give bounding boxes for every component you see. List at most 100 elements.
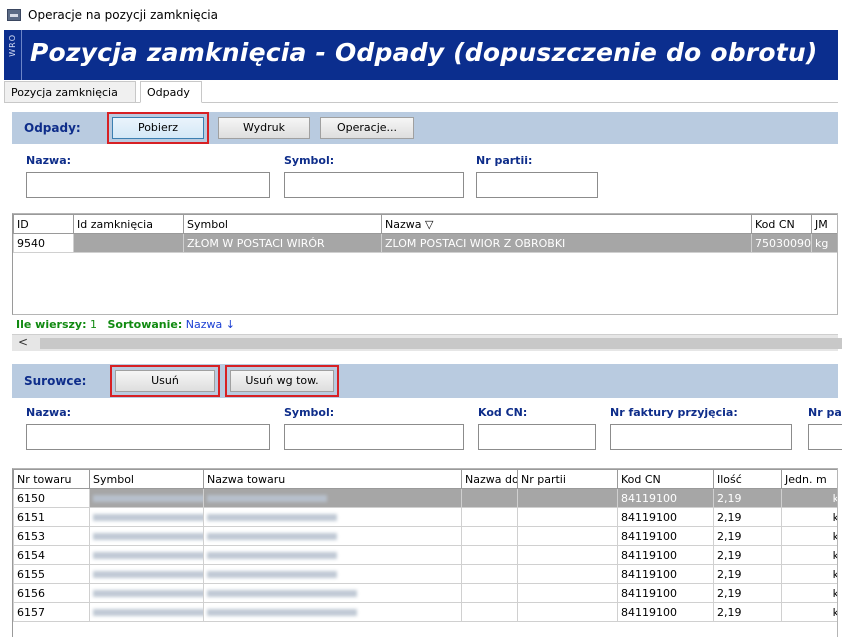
cell-ilosc[interactable]: 2,19: [713, 564, 782, 584]
cell-jedn-miary[interactable]: kg: [781, 526, 837, 546]
scrollbar-thumb[interactable]: [40, 338, 842, 349]
cell-jedn-miary[interactable]: kg: [781, 602, 837, 622]
cell-nazwa-towaru[interactable]: [203, 526, 462, 546]
cell-kod-cn[interactable]: 84119100: [617, 507, 714, 527]
table-row[interactable]: 6150 841191002,19kg: [13, 488, 837, 508]
wydruk-button[interactable]: Wydruk: [218, 117, 310, 139]
col-nazwa-towaru[interactable]: Nazwa towaru: [203, 469, 462, 489]
col-kod-cn[interactable]: Kod CN: [751, 214, 812, 234]
cell-kod-cn[interactable]: 84119100: [617, 602, 714, 622]
cell-nr-partii[interactable]: [517, 583, 618, 603]
col-nr-partii[interactable]: Nr partii: [517, 469, 618, 489]
cell-nr-towaru[interactable]: 6151: [13, 507, 90, 527]
cell-kod-cn[interactable]: 75030090: [751, 233, 812, 253]
cell-nr-towaru[interactable]: 6154: [13, 545, 90, 565]
odpady-symbol-input[interactable]: [284, 172, 464, 198]
surowce-kod-cn-input[interactable]: [478, 424, 596, 450]
cell-jedn-miary[interactable]: kg: [781, 545, 837, 565]
cell-nazwa-do[interactable]: [461, 507, 518, 527]
cell-nazwa-towaru[interactable]: [203, 488, 462, 508]
cell-ilosc[interactable]: 2,19: [713, 507, 782, 527]
table-row[interactable]: 6153 841191002,19kg: [13, 526, 837, 546]
table-row[interactable]: 6156 841191002,19kg: [13, 583, 837, 603]
table-row[interactable]: 6157 841191002,19kg: [13, 602, 837, 622]
cell-nr-partii[interactable]: [517, 488, 618, 508]
table-row[interactable]: 6155 841191002,19kg: [13, 564, 837, 584]
col-nr-towaru[interactable]: Nr towaru: [13, 469, 90, 489]
cell-nr-partii[interactable]: [517, 564, 618, 584]
cell-nazwa-do[interactable]: [461, 488, 518, 508]
cell-ilosc[interactable]: 2,19: [713, 583, 782, 603]
cell-jedn-miary[interactable]: kg: [781, 507, 837, 527]
col-ilosc[interactable]: Ilość: [713, 469, 782, 489]
cell-symbol[interactable]: [89, 564, 204, 584]
cell-jm[interactable]: kg: [811, 233, 837, 253]
cell-kod-cn[interactable]: 84119100: [617, 488, 714, 508]
cell-nr-partii[interactable]: [517, 545, 618, 565]
cell-nazwa[interactable]: ZLOM POSTACI WIOR Z OBROBKI: [381, 233, 752, 253]
col-nazwa[interactable]: Nazwa ▽: [381, 214, 752, 234]
col-jm[interactable]: JM: [811, 214, 837, 234]
table-row[interactable]: 9540 ZŁOM W POSTACI WIRÓR ZLOM POSTACI W…: [13, 233, 837, 253]
cell-kod-cn[interactable]: 84119100: [617, 583, 714, 603]
cell-nr-towaru[interactable]: 6153: [13, 526, 90, 546]
surowce-nr-partii-input[interactable]: [808, 424, 842, 450]
odpady-horizontal-scrollbar[interactable]: <: [12, 334, 842, 351]
tab-odpady[interactable]: Odpady: [140, 81, 202, 103]
cell-nr-partii[interactable]: [517, 526, 618, 546]
cell-nazwa-do[interactable]: [461, 564, 518, 584]
cell-nazwa-towaru[interactable]: [203, 507, 462, 527]
col-nazwa-do[interactable]: Nazwa do: [461, 469, 518, 489]
cell-nazwa-do[interactable]: [461, 545, 518, 565]
cell-nazwa-towaru[interactable]: [203, 602, 462, 622]
cell-symbol[interactable]: [89, 526, 204, 546]
cell-ilosc[interactable]: 2,19: [713, 488, 782, 508]
table-row[interactable]: 6154 841191002,19kg: [13, 545, 837, 565]
usun-wg-tow-button[interactable]: Usuń wg tow.: [225, 365, 339, 397]
cell-nr-partii[interactable]: [517, 507, 618, 527]
col-symbol[interactable]: Symbol: [89, 469, 204, 489]
cell-symbol[interactable]: [89, 583, 204, 603]
col-jedn-miary[interactable]: Jedn. m: [781, 469, 837, 489]
tab-pozycja-zamkniecia[interactable]: Pozycja zamknięcia: [4, 81, 136, 103]
pobierz-button[interactable]: Pobierz: [107, 112, 209, 144]
chevron-left-icon[interactable]: <: [18, 335, 28, 349]
cell-symbol[interactable]: [89, 507, 204, 527]
cell-kod-cn[interactable]: 84119100: [617, 526, 714, 546]
cell-jedn-miary[interactable]: kg: [781, 488, 837, 508]
cell-nazwa-do[interactable]: [461, 526, 518, 546]
cell-symbol[interactable]: [89, 602, 204, 622]
cell-id[interactable]: 9540: [13, 233, 74, 253]
cell-nr-partii[interactable]: [517, 602, 618, 622]
cell-nazwa-towaru[interactable]: [203, 545, 462, 565]
col-id[interactable]: ID: [13, 214, 74, 234]
cell-nazwa-do[interactable]: [461, 602, 518, 622]
cell-symbol[interactable]: [89, 488, 204, 508]
cell-symbol[interactable]: ZŁOM W POSTACI WIRÓR: [183, 233, 382, 253]
odpady-nr-partii-input[interactable]: [476, 172, 598, 198]
operacje-button[interactable]: Operacje...: [320, 117, 414, 139]
table-row[interactable]: 6151 841191002,19kg: [13, 507, 837, 527]
usun-button[interactable]: Usuń: [110, 365, 220, 397]
cell-nr-towaru[interactable]: 6156: [13, 583, 90, 603]
cell-ilosc[interactable]: 2,19: [713, 602, 782, 622]
cell-nazwa-towaru[interactable]: [203, 583, 462, 603]
cell-nr-towaru[interactable]: 6157: [13, 602, 90, 622]
col-id-zamkniecia[interactable]: Id zamknięcia: [73, 214, 184, 234]
cell-id-zamkniecia[interactable]: [73, 233, 184, 253]
cell-symbol[interactable]: [89, 545, 204, 565]
cell-nr-towaru[interactable]: 6155: [13, 564, 90, 584]
odpady-nazwa-input[interactable]: [26, 172, 270, 198]
cell-nazwa-towaru[interactable]: [203, 564, 462, 584]
cell-ilosc[interactable]: 2,19: [713, 545, 782, 565]
col-kod-cn[interactable]: Kod CN: [617, 469, 714, 489]
col-symbol[interactable]: Symbol: [183, 214, 382, 234]
cell-jedn-miary[interactable]: kg: [781, 583, 837, 603]
surowce-symbol-input[interactable]: [284, 424, 464, 450]
surowce-nr-faktury-input[interactable]: [610, 424, 792, 450]
cell-ilosc[interactable]: 2,19: [713, 526, 782, 546]
surowce-nazwa-input[interactable]: [26, 424, 270, 450]
cell-nazwa-do[interactable]: [461, 583, 518, 603]
cell-kod-cn[interactable]: 84119100: [617, 545, 714, 565]
cell-kod-cn[interactable]: 84119100: [617, 564, 714, 584]
